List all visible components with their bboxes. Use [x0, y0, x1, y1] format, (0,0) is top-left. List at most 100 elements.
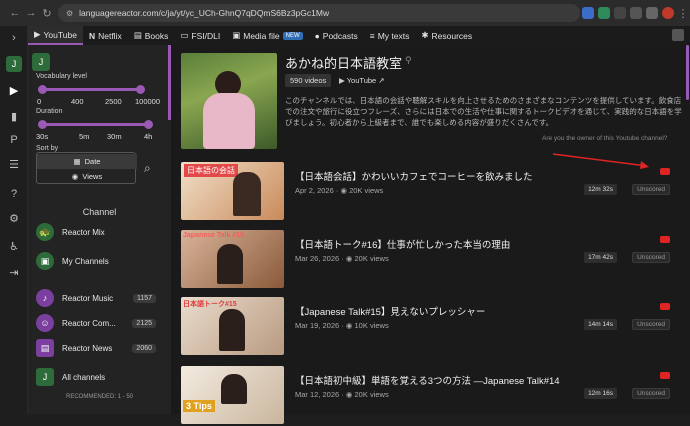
video-thumbnail[interactable]: Japanese Talk #16: [181, 230, 284, 288]
book-icon[interactable]: ▮: [6, 108, 22, 124]
channel-description: このチャンネルでは、日本語の会話や聴解スキルを向上させるためのさまざまなコンテン…: [285, 96, 682, 127]
youtube-icon: ▶: [34, 29, 41, 39]
tab-my-texts[interactable]: ≡ My texts: [364, 26, 416, 45]
address-bar[interactable]: ⚙ languagereactor.com/c/ja/yt/yc_UCh-Ghn…: [58, 4, 580, 22]
vocab-min-handle[interactable]: [38, 85, 47, 94]
extension-icon[interactable]: [614, 7, 626, 19]
video-row[interactable]: 日本語トーク#15 【Japanese Talk#15】見えないプレッシャー M…: [181, 297, 690, 357]
duration-badge: 14m 14s: [584, 319, 617, 330]
pin-icon[interactable]: ⚲: [405, 55, 412, 66]
duration-tick: 30m: [107, 132, 122, 141]
duration-label: Duration: [36, 108, 63, 115]
sort-views-option[interactable]: ◉ Views: [37, 169, 137, 184]
duration-tick: 4h: [144, 132, 153, 141]
vocab-tick: 400: [71, 97, 84, 106]
video-thumbnail[interactable]: 日本語の会話: [181, 162, 284, 220]
sidebar-scroll-thumb[interactable]: [168, 45, 171, 120]
video-count-badge: 590 videos: [285, 74, 332, 87]
eye-icon: ◉: [345, 390, 353, 399]
channel-item-reactor-comedy[interactable]: ☺ Reactor Com... 2125: [36, 313, 164, 333]
scrollbar[interactable]: [686, 45, 690, 414]
video-meta: Mar 19, 2026 · ◉ 10K views: [295, 321, 389, 330]
search-icon[interactable]: ⌕: [144, 161, 151, 176]
thumbnail-caption: 日本語の会話: [184, 164, 238, 177]
thumbnail-person: [221, 374, 247, 404]
settings-icon[interactable]: ⚙: [6, 210, 22, 226]
youtube-icon[interactable]: [660, 168, 670, 175]
duration-min-handle[interactable]: [38, 120, 47, 129]
vocab-max-handle[interactable]: [136, 85, 145, 94]
accessibility-icon[interactable]: ♿: [6, 238, 22, 254]
sidebar-icon[interactable]: [646, 7, 658, 19]
duration-badge: 12m 16s: [584, 388, 617, 399]
duration-slider[interactable]: [40, 123, 150, 126]
duration-tick: 5m: [79, 132, 90, 141]
phrase-icon[interactable]: P: [6, 132, 22, 148]
video-meta: Apr 2, 2026 · ◉ 20K views: [295, 186, 384, 195]
tab-netflix[interactable]: N Netflix: [83, 26, 128, 45]
document-icon: ▭: [180, 30, 189, 40]
video-row[interactable]: 3 Tips 【日本語初中級】単語を覚える3つの方法 ―Japanese Tal…: [181, 366, 690, 426]
youtube-link[interactable]: ▶ YouTube ↗: [334, 74, 390, 87]
microphone-icon: ●: [314, 30, 320, 41]
user-avatar[interactable]: J: [6, 56, 22, 72]
help-icon[interactable]: ?: [6, 186, 22, 202]
extension-icon[interactable]: [582, 7, 594, 19]
export-icon[interactable]: [672, 29, 684, 41]
tab-podcasts[interactable]: ● Podcasts: [309, 26, 364, 45]
video-thumbnail[interactable]: 日本語トーク#15: [181, 297, 284, 355]
extension-icon[interactable]: [598, 7, 610, 19]
menu-icon[interactable]: ⋮: [674, 4, 690, 22]
logout-icon[interactable]: ⇥: [6, 264, 22, 280]
video-meta: Mar 12, 2026 · ◉ 20K views: [295, 390, 389, 399]
youtube-icon[interactable]: [660, 372, 670, 379]
vocab-slider[interactable]: [40, 88, 142, 91]
new-badge: NEW: [282, 31, 303, 40]
reload-icon[interactable]: ↻: [38, 4, 56, 22]
tab-resources[interactable]: ✱ Resources: [415, 26, 478, 45]
recommended-label: RECOMMENDED: 1 - 50: [65, 394, 133, 400]
user-avatar[interactable]: J: [32, 53, 50, 71]
gear-icon: ✱: [421, 30, 429, 40]
video-row[interactable]: 日本語の会話 【日本語会話】かわいいカフェでコーヒーを飲みました Apr 2, …: [181, 162, 690, 222]
scrollbar-thumb[interactable]: [686, 45, 689, 100]
tab-books[interactable]: ▤ Books: [128, 26, 175, 45]
video-thumbnail[interactable]: 3 Tips: [181, 366, 284, 424]
channel-item-reactor-news[interactable]: ▤ Reactor News 2060: [36, 338, 164, 358]
sort-date-option[interactable]: ▦ Date: [37, 154, 137, 169]
profile-avatar[interactable]: [662, 7, 674, 19]
video-meta: Mar 26, 2026 · ◉ 20K views: [295, 254, 389, 263]
tab-youtube[interactable]: ▶ YouTube: [28, 26, 83, 45]
owner-link[interactable]: Are you the owner of this Youtube channe…: [542, 135, 667, 142]
youtube-icon[interactable]: [660, 303, 670, 310]
vocab-label: Vocabulary level: [36, 73, 87, 80]
channel-count: 2125: [132, 318, 156, 328]
youtube-icon[interactable]: [660, 236, 670, 243]
sort-label: Sort by: [36, 145, 59, 152]
duration-max-handle[interactable]: [144, 120, 153, 129]
video-row[interactable]: Japanese Talk #16 【日本語トーク#16】仕事が忙しかった本当の…: [181, 230, 690, 290]
channel-avatar: [181, 53, 277, 149]
channel-item-all-channels[interactable]: J All channels: [36, 367, 164, 387]
tab-media-file[interactable]: ▣ Media file NEW: [226, 26, 308, 45]
channel-item-my-channels[interactable]: ▣ My Channels: [36, 251, 164, 271]
video-title[interactable]: 【日本語トーク#16】仕事が忙しかった本当の理由: [295, 237, 510, 251]
thumbnail-caption: Japanese Talk #16: [183, 232, 244, 239]
video-title[interactable]: 【日本語会話】かわいいカフェでコーヒーを飲みました: [295, 169, 533, 183]
external-link-icon: ↗: [378, 76, 385, 85]
video-title[interactable]: 【日本語初中級】単語を覚える3つの方法 ―Japanese Talk#14: [295, 373, 560, 387]
thumbnail-person: [233, 172, 261, 216]
channel-item-reactor-music[interactable]: ♪ Reactor Music 1157: [36, 288, 164, 308]
list-icon[interactable]: ☰: [6, 156, 22, 172]
tab-fsi-dli[interactable]: ▭ FSI/DLI: [174, 26, 226, 45]
text-icon: ≡: [369, 30, 375, 41]
puzzle-icon[interactable]: [630, 7, 642, 19]
video-title[interactable]: 【Japanese Talk#15】見えないプレッシャー: [295, 304, 485, 318]
site-info-icon[interactable]: ⚙: [66, 9, 73, 18]
collapse-icon[interactable]: ›: [6, 30, 22, 46]
eye-icon: ◉: [71, 172, 79, 181]
channel-title: あかね的日本語教室: [285, 56, 403, 71]
play-icon[interactable]: ▶: [6, 82, 22, 98]
channel-count: 2060: [132, 343, 156, 353]
channel-item-reactor-mix[interactable]: 🐢 Reactor Mix: [36, 222, 164, 242]
